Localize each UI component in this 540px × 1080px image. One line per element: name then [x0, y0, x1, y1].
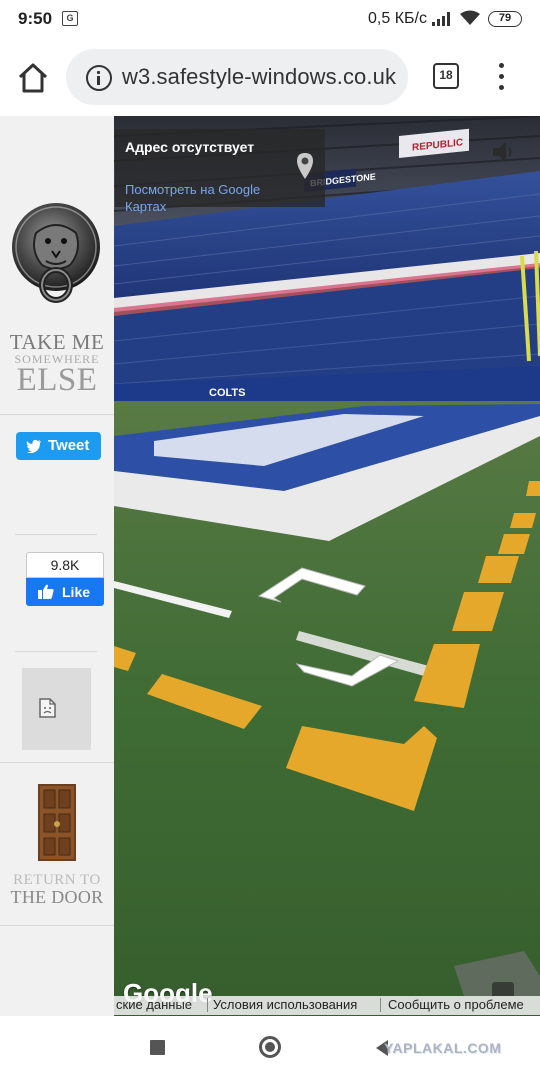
tab-switcher-button[interactable]: 18 — [433, 63, 459, 89]
phone-screen: 9:50 G 0,5 КБ/с 79 w3.safestyle-windows.… — [0, 0, 540, 1080]
map-data-link[interactable]: ские данные — [116, 997, 192, 1012]
else-text[interactable]: ELSE — [0, 362, 114, 399]
terms-link[interactable]: Условия использования — [213, 997, 357, 1012]
lion-knocker-image[interactable] — [8, 203, 104, 313]
sidebar-divider — [15, 534, 97, 535]
map-pin-icon[interactable] — [296, 152, 314, 180]
the-door-text[interactable]: THE DOOR — [0, 887, 114, 908]
more-vert-icon[interactable] — [492, 62, 512, 92]
sidebar-divider — [15, 651, 97, 652]
sound-icon[interactable] — [491, 139, 517, 165]
sidebar-divider — [0, 925, 114, 926]
signal-icon — [432, 12, 450, 26]
address-card: Адрес отсутствует Посмотреть на Google К… — [115, 129, 325, 214]
stadium-field-image[interactable]: BRIDGESTONE REPUBLIC COLTS — [114, 116, 540, 1016]
recents-button[interactable] — [150, 1040, 165, 1055]
broken-image-icon — [39, 698, 56, 718]
tweet-label: Tweet — [48, 437, 90, 454]
home-icon[interactable] — [14, 60, 52, 96]
info-icon[interactable] — [86, 65, 112, 91]
browser-toolbar: w3.safestyle-windows.co.uk 18 — [0, 38, 540, 116]
like-label: Like — [62, 584, 91, 600]
twitter-bird-icon — [26, 439, 41, 453]
report-problem-link[interactable]: Сообщить о проблеме — [388, 997, 524, 1012]
footer-separator — [207, 998, 208, 1012]
address-title: Адрес отсутствует — [125, 139, 255, 155]
view-on-google-maps-link[interactable]: Посмотреть на Google Картах — [125, 181, 297, 215]
watermark-text: YAPLAKAL.COM — [384, 1040, 502, 1056]
stadium-sign-colts: COLTS — [209, 387, 245, 399]
translate-icon: G — [62, 11, 78, 26]
street-view-panorama[interactable]: BRIDGESTONE REPUBLIC COLTS Адрес отсутст… — [114, 116, 540, 1016]
url-text[interactable]: w3.safestyle-windows.co.uk — [122, 64, 396, 90]
status-time: 9:50 — [18, 9, 53, 28]
door-image[interactable] — [38, 784, 76, 861]
battery-icon: 79 — [488, 11, 522, 27]
map-footer: ские данные Условия использования Сообщи… — [114, 996, 540, 1015]
status-bar: 9:50 G 0,5 КБ/с 79 — [0, 0, 540, 38]
sidebar-divider — [0, 414, 114, 415]
home-nav-button[interactable] — [259, 1036, 281, 1058]
sidebar: TAKE ME SOMEWHERE ELSE Tweet 9.8K Like R… — [0, 116, 114, 1016]
tweet-button[interactable]: Tweet — [16, 432, 101, 460]
sidebar-divider — [0, 762, 114, 763]
street-view-corner-button[interactable] — [492, 982, 514, 996]
footer-separator — [380, 998, 381, 1012]
like-button[interactable]: Like — [26, 578, 104, 606]
broken-image-placeholder — [22, 668, 91, 750]
address-bar[interactable]: w3.safestyle-windows.co.uk — [66, 49, 408, 105]
network-speed: 0,5 КБ/с — [368, 10, 427, 27]
like-count: 9.8K — [26, 552, 104, 578]
thumbs-up-icon — [38, 584, 54, 599]
system-nav-bar: YAPLAKAL.COM — [0, 1016, 540, 1080]
wifi-icon — [460, 10, 480, 25]
